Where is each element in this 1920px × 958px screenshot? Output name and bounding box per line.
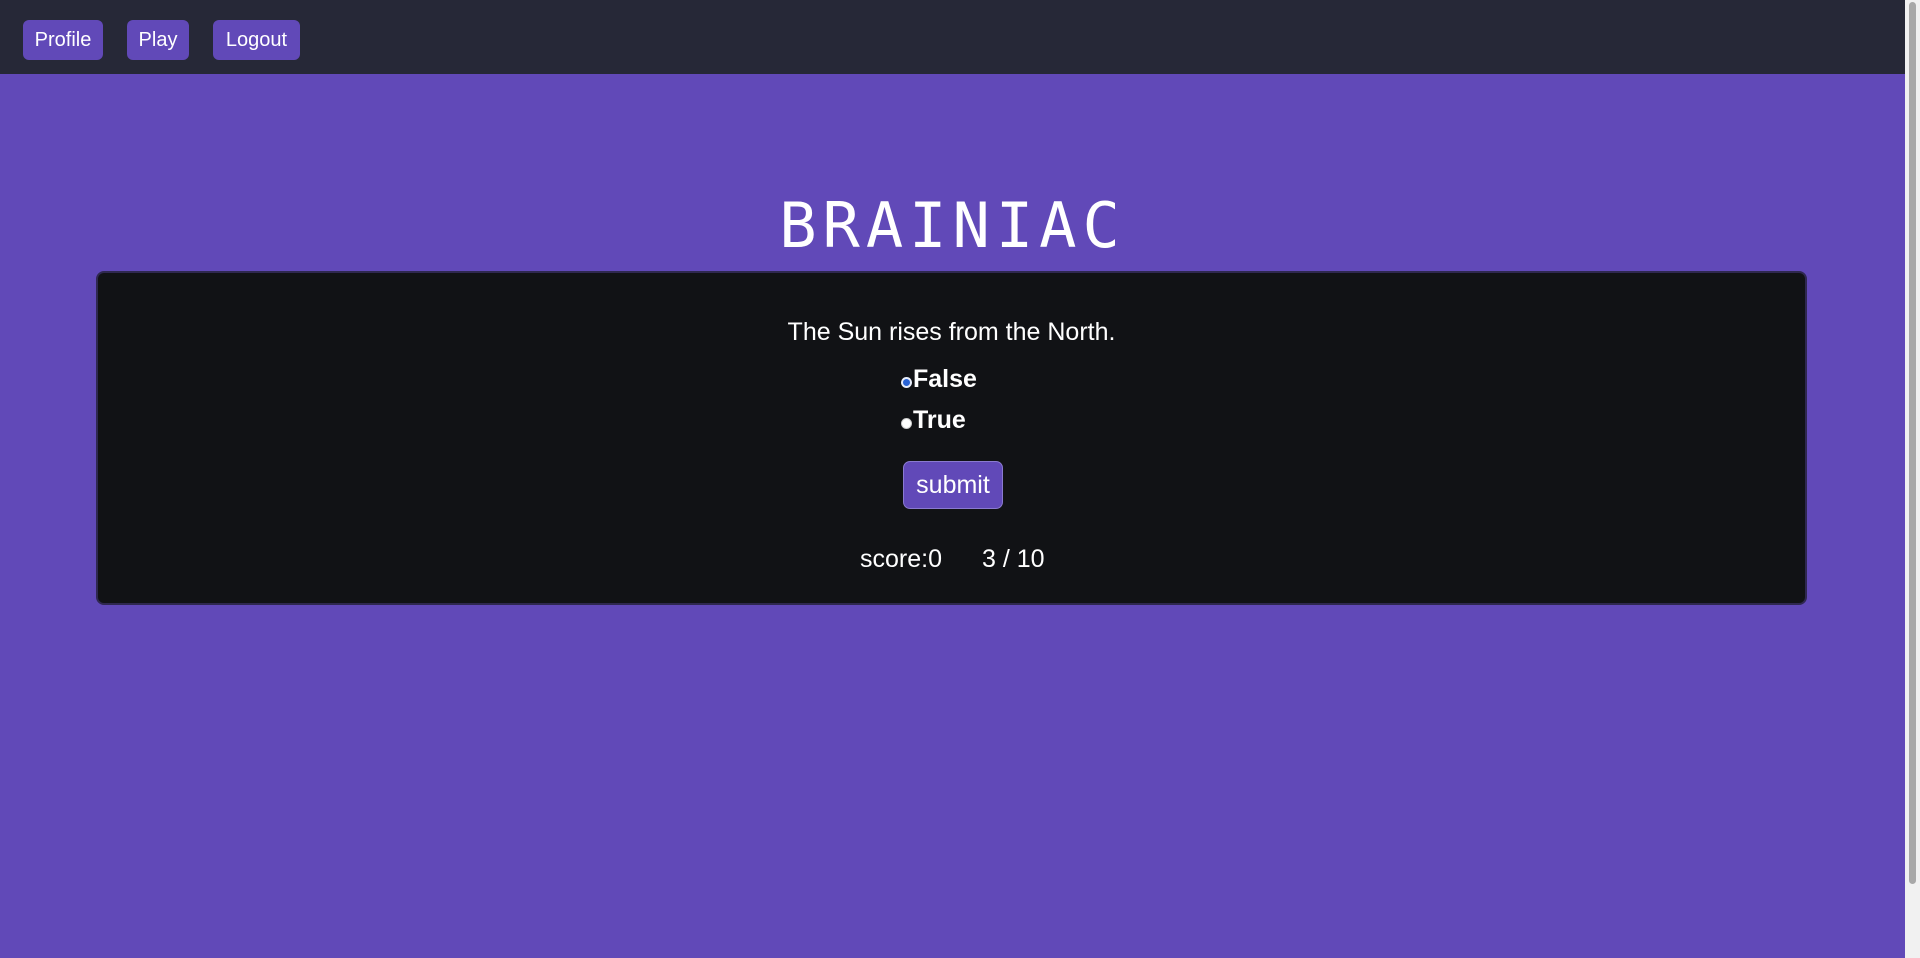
option-false[interactable]: False bbox=[901, 364, 977, 394]
radio-true[interactable] bbox=[901, 417, 912, 429]
logout-button[interactable]: Logout bbox=[213, 20, 300, 60]
play-button[interactable]: Play bbox=[127, 20, 189, 60]
option-true-label: True bbox=[913, 406, 966, 434]
app-title: BRAINIAC bbox=[779, 189, 1126, 262]
option-true[interactable]: True bbox=[901, 405, 966, 435]
score-display: score:0 bbox=[860, 545, 942, 573]
scrollbar-thumb[interactable] bbox=[1909, 2, 1916, 884]
submit-button[interactable]: submit bbox=[903, 461, 1003, 509]
progress-display: 3 / 10 bbox=[982, 545, 1045, 573]
vertical-scrollbar[interactable] bbox=[1905, 0, 1920, 958]
option-false-label: False bbox=[913, 365, 977, 393]
quiz-card: The Sun rises from the North. False True… bbox=[96, 271, 1807, 605]
top-navigation-bar: Profile Play Logout bbox=[0, 0, 1905, 74]
question-text: The Sun rises from the North. bbox=[787, 318, 1116, 346]
radio-false[interactable] bbox=[901, 376, 912, 388]
profile-button[interactable]: Profile bbox=[23, 20, 103, 60]
